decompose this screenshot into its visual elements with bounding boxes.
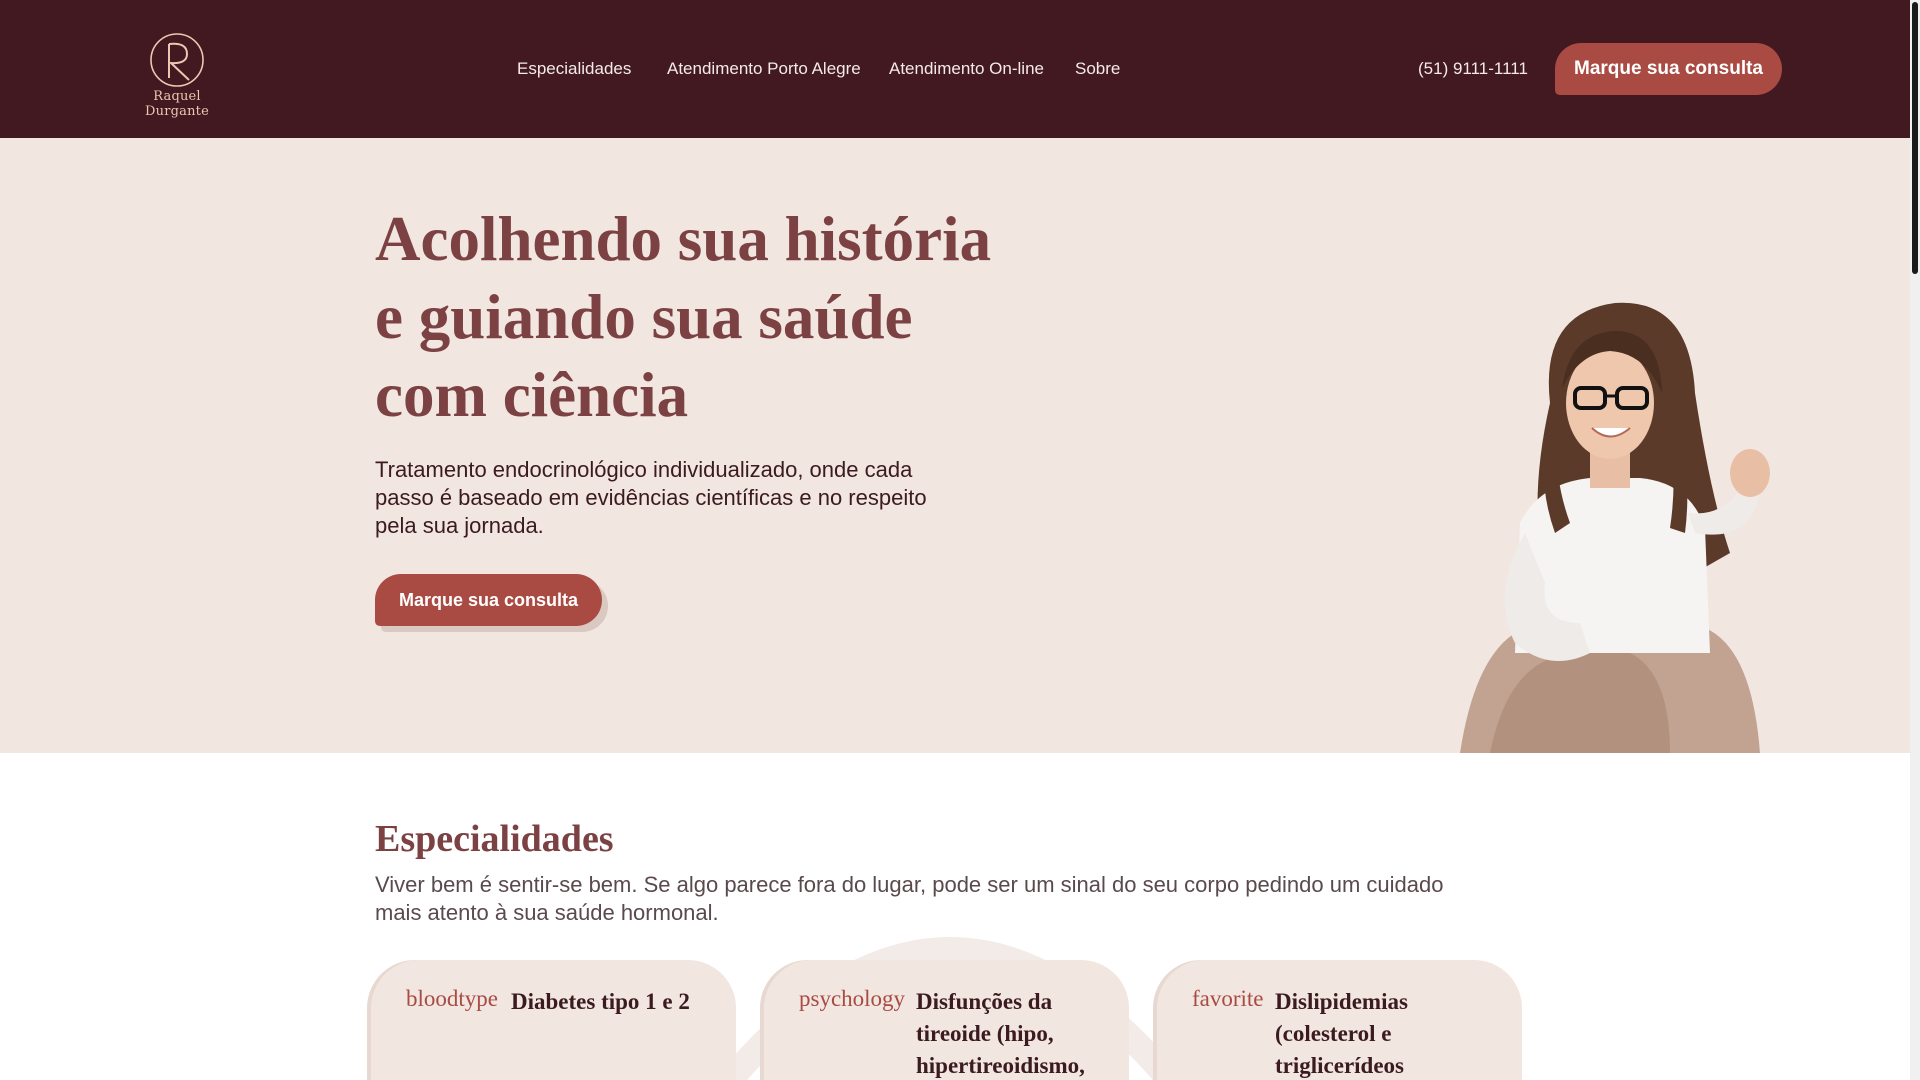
- logo-name: Raquel Durgante: [145, 89, 209, 119]
- nav-sobre[interactable]: Sobre: [1075, 59, 1120, 79]
- nav-atendimento-porto-alegre[interactable]: Atendimento Porto Alegre: [667, 59, 861, 79]
- hero-title: Acolhendo sua história e guiando sua saú…: [375, 200, 1055, 434]
- nav-atendimento-online[interactable]: Atendimento On-line: [889, 59, 1044, 79]
- psychology-icon: psychology: [799, 986, 906, 1011]
- hero-cta-wrapper: Marque sua consulta: [375, 574, 608, 632]
- specialty-card-title: Diabetes tipo 1 e 2: [511, 989, 690, 1014]
- scrollbar-thumb[interactable]: [1912, 2, 1918, 274]
- hero-book-button[interactable]: Marque sua consulta: [375, 574, 602, 626]
- nav-especialidades[interactable]: Especialidades: [517, 59, 631, 79]
- bloodtype-icon: bloodtype: [406, 986, 498, 1011]
- favorite-icon: favorite: [1192, 986, 1264, 1011]
- site-header: Raquel Durgante Especialidades Atendimen…: [0, 0, 1910, 138]
- specialty-card-title: Disfunções da tireoide (hipo, hipertireo…: [916, 989, 1085, 1078]
- hero-title-line: e guiando sua saúde: [375, 282, 913, 352]
- hero-title-line: com ciência: [375, 360, 689, 430]
- logo-monogram-icon: [150, 33, 204, 87]
- specialty-card-title: Dislipidemias (colesterol e trigliceríde…: [1275, 989, 1408, 1078]
- hero-title-line: Acolhendo sua história: [375, 204, 992, 274]
- page-scrollbar[interactable]: [1910, 0, 1920, 1080]
- hero-subtitle: Tratamento endocrinológico individualiza…: [375, 457, 927, 538]
- specialties-title: Especialidades: [375, 818, 614, 860]
- hero-section: Acolhendo sua história e guiando sua saú…: [0, 138, 1910, 753]
- specialties-description: Viver bem é sentir-se bem. Se algo parec…: [375, 872, 1444, 925]
- phone-number[interactable]: (51) 9111-1111: [1418, 59, 1528, 79]
- specialty-card-thyroid[interactable]: psychology Disfunções da tireoide (hipo,…: [764, 960, 1129, 1080]
- logo[interactable]: Raquel Durgante: [125, 30, 229, 119]
- specialty-card-dyslipidemia[interactable]: favorite Dislipidemias (colesterol e tri…: [1157, 960, 1522, 1080]
- doctor-portrait: [1460, 302, 1770, 753]
- specialty-card-diabetes[interactable]: bloodtype Diabetes tipo 1 e 2: [371, 960, 736, 1080]
- header-book-button[interactable]: Marque sua consulta: [1555, 43, 1782, 95]
